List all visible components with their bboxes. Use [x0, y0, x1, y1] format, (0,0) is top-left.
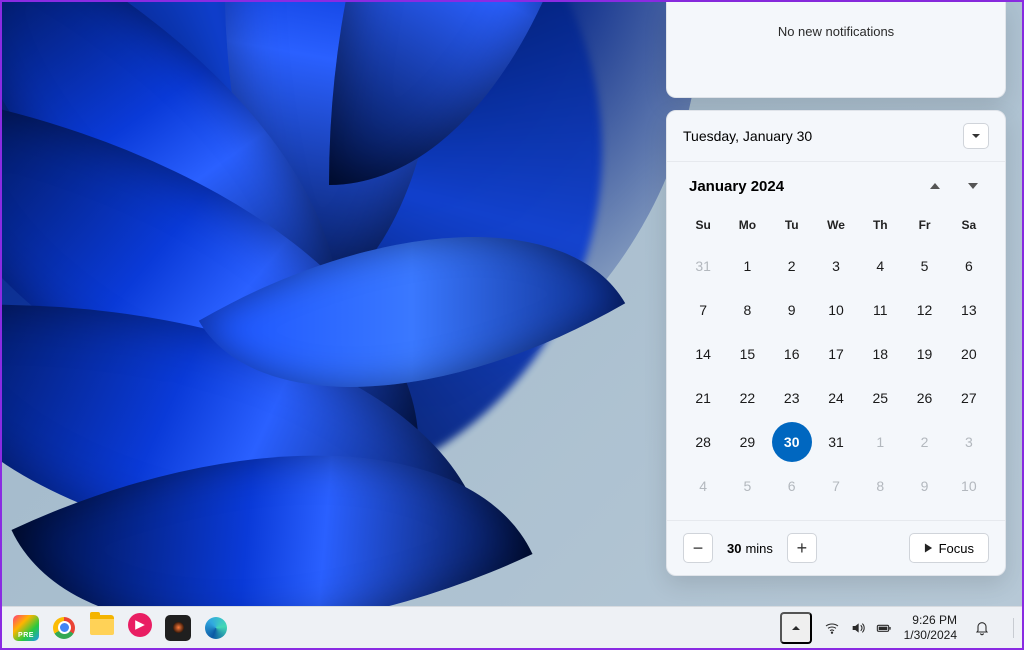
calendar-day[interactable]: 1 — [727, 246, 767, 286]
triangle-down-icon — [968, 183, 978, 189]
calendar-day[interactable]: 13 — [949, 290, 989, 330]
app-dark-icon[interactable] — [162, 612, 194, 644]
calendar-day[interactable]: 22 — [727, 378, 767, 418]
calendar-day[interactable]: 14 — [683, 334, 723, 374]
calendar-day[interactable]: 23 — [772, 378, 812, 418]
calendar-day[interactable]: 9 — [905, 466, 945, 506]
calendar-day[interactable]: 4 — [683, 466, 723, 506]
chevron-down-icon — [971, 131, 981, 141]
day-of-week-header: Fr — [902, 210, 946, 242]
quick-settings[interactable] — [824, 620, 892, 636]
collapse-calendar-button[interactable] — [963, 123, 989, 149]
calendar-day[interactable]: 3 — [816, 246, 856, 286]
day-of-week-header: Mo — [725, 210, 769, 242]
calendar-header: Tuesday, January 30 — [667, 111, 1005, 162]
calendar-month-label[interactable]: January 2024 — [689, 178, 784, 195]
focus-duration-stepper: − 30 mins + — [683, 533, 817, 563]
next-month-button[interactable] — [963, 176, 983, 196]
taskbar-clock[interactable]: 9:26 PM 1/30/2024 — [904, 613, 957, 643]
calendar-day[interactable]: 6 — [772, 466, 812, 506]
increase-duration-button[interactable]: + — [787, 533, 817, 563]
taskbar-pinned-apps: PRE — [10, 612, 232, 644]
calendar-day[interactable]: 19 — [905, 334, 945, 374]
calendar-day[interactable]: 31 — [683, 246, 723, 286]
day-of-week-header: Tu — [770, 210, 814, 242]
calendar-day[interactable]: 17 — [816, 334, 856, 374]
calendar-day[interactable]: 10 — [949, 466, 989, 506]
calendar-day[interactable]: 7 — [683, 290, 723, 330]
calendar-day[interactable]: 5 — [905, 246, 945, 286]
calendar-day[interactable]: 10 — [816, 290, 856, 330]
calendar-day[interactable]: 21 — [683, 378, 723, 418]
calendar-day[interactable]: 2 — [905, 422, 945, 462]
calendar-day[interactable]: 20 — [949, 334, 989, 374]
calendar-day-today[interactable]: 30 — [772, 422, 812, 462]
calendar-day[interactable]: 25 — [860, 378, 900, 418]
day-of-week-header: Th — [858, 210, 902, 242]
calendar-day[interactable]: 4 — [860, 246, 900, 286]
chrome-icon[interactable] — [48, 612, 80, 644]
taskbar: PRE 9:26 PM 1/30/2024 — [2, 606, 1022, 648]
calendar-day[interactable]: 27 — [949, 378, 989, 418]
action-center-flyout: No new notifications Tuesday, January 30… — [666, 2, 1006, 576]
file-explorer-icon[interactable] — [86, 612, 118, 644]
calendar-month-row: January 2024 — [667, 162, 1005, 204]
volume-icon — [850, 620, 866, 636]
taskbar-date: 1/30/2024 — [904, 628, 957, 643]
taskbar-system-tray: 9:26 PM 1/30/2024 — [780, 612, 1014, 644]
calendar-day[interactable]: 3 — [949, 422, 989, 462]
day-of-week-header: We — [814, 210, 858, 242]
wifi-icon — [824, 620, 840, 636]
tray-expand-button[interactable] — [780, 612, 812, 644]
start-focus-button[interactable]: Focus — [909, 533, 989, 563]
notifications-button[interactable] — [969, 615, 995, 641]
taskbar-time: 9:26 PM — [904, 613, 957, 628]
calendar-day[interactable]: 6 — [949, 246, 989, 286]
calendar-day[interactable]: 16 — [772, 334, 812, 374]
notifications-panel: No new notifications — [666, 2, 1006, 98]
focus-session-row: − 30 mins + Focus — [667, 521, 1005, 575]
app-pink-icon[interactable] — [124, 612, 156, 644]
play-icon — [924, 543, 933, 553]
calendar-day[interactable]: 29 — [727, 422, 767, 462]
calendar-day[interactable]: 11 — [860, 290, 900, 330]
day-of-week-header: Sa — [947, 210, 991, 242]
calendar-day[interactable]: 2 — [772, 246, 812, 286]
calendar-day[interactable]: 26 — [905, 378, 945, 418]
calendar-day[interactable]: 28 — [683, 422, 723, 462]
triangle-up-icon — [930, 183, 940, 189]
calendar-day[interactable]: 8 — [860, 466, 900, 506]
calendar-day[interactable]: 5 — [727, 466, 767, 506]
battery-icon — [876, 620, 892, 636]
calendar-day[interactable]: 12 — [905, 290, 945, 330]
calendar-grid: SuMoTuWeThFrSa31123456789101112131415161… — [667, 204, 1005, 521]
calendar-day[interactable]: 31 — [816, 422, 856, 462]
focus-duration-value: 30 — [727, 541, 741, 556]
show-desktop-button[interactable] — [1013, 618, 1014, 638]
calendar-day[interactable]: 8 — [727, 290, 767, 330]
focus-duration-unit: mins — [745, 541, 772, 556]
decrease-duration-button[interactable]: − — [683, 533, 713, 563]
calendar-date-label: Tuesday, January 30 — [683, 128, 812, 144]
calendar-day[interactable]: 9 — [772, 290, 812, 330]
powertoys-fancyzones-icon[interactable]: PRE — [10, 612, 42, 644]
calendar-day[interactable]: 24 — [816, 378, 856, 418]
prev-month-button[interactable] — [925, 176, 945, 196]
edge-icon[interactable] — [200, 612, 232, 644]
calendar-day[interactable]: 1 — [860, 422, 900, 462]
day-of-week-header: Su — [681, 210, 725, 242]
calendar-day[interactable]: 15 — [727, 334, 767, 374]
focus-button-label: Focus — [939, 541, 974, 556]
chevron-up-icon — [791, 623, 801, 633]
notifications-empty-text: No new notifications — [778, 24, 894, 39]
calendar-day[interactable]: 18 — [860, 334, 900, 374]
calendar-day[interactable]: 7 — [816, 466, 856, 506]
calendar-panel: Tuesday, January 30 January 2024 SuMoTuW… — [666, 110, 1006, 576]
bell-icon — [974, 620, 990, 636]
